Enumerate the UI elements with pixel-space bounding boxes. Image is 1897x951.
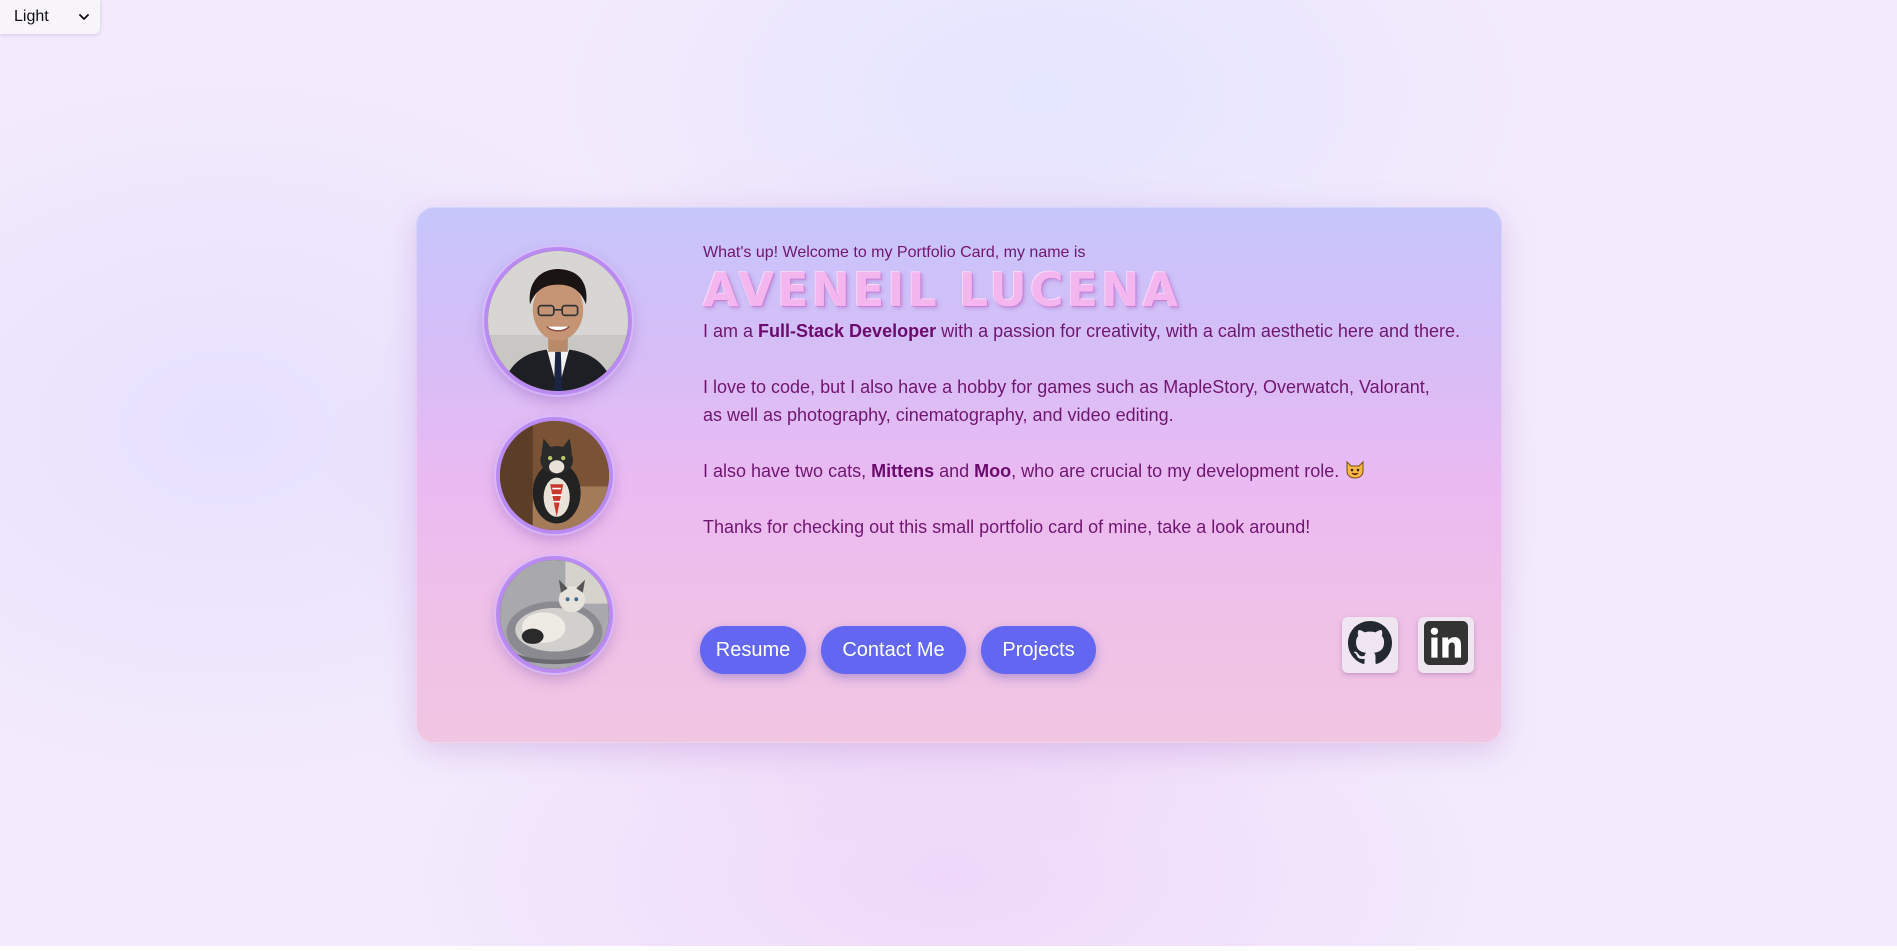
github-link[interactable] [1342, 617, 1398, 673]
cats-paragraph: I also have two cats, Mittens and Moo, w… [703, 457, 1463, 485]
resume-button[interactable]: Resume [700, 626, 806, 674]
page-title: AVENEIL LUCENA [703, 263, 1182, 317]
intro-text-before: I am a [703, 321, 759, 341]
cat-photo-mittens [496, 417, 613, 534]
greeting-text: What's up! Welcome to my Portfolio Card,… [703, 244, 1086, 261]
cats-text-before: I also have two cats, [703, 461, 872, 481]
cat-photo-moo [496, 556, 613, 673]
thanks-paragraph: Thanks for checking out this small portf… [703, 517, 1311, 537]
hobbies-line-1: I love to code, but I also have a hobby … [703, 377, 1430, 397]
intro-text: What's up! Welcome to my Portfolio Card,… [703, 243, 1463, 541]
cats-text-after: , who are crucial to my development role… [1011, 461, 1345, 481]
linkedin-icon [1424, 620, 1468, 670]
linkedin-link[interactable] [1418, 617, 1474, 673]
theme-select-value: Light [14, 8, 49, 25]
projects-button[interactable]: Projects [981, 626, 1096, 674]
intro-text-after: with a passion for creativity, with a ca… [936, 321, 1461, 341]
cat-name-moo: Moo [974, 461, 1012, 481]
contact-me-button[interactable]: Contact Me [821, 626, 966, 674]
hobbies-paragraph: I love to code, but I also have a hobby … [703, 373, 1463, 429]
cat-face-icon [1344, 458, 1366, 480]
intro-paragraph: I am a Full-Stack Developer with a passi… [703, 317, 1463, 345]
cat-name-mittens: Mittens [871, 461, 935, 481]
portfolio-card: What's up! Welcome to my Portfolio Card,… [416, 207, 1502, 743]
profile-photo [484, 247, 632, 395]
chevron-down-icon [78, 11, 90, 23]
github-icon [1348, 620, 1392, 670]
cats-text-and: and [934, 461, 975, 481]
hobbies-line-2: as well as photography, cinematography, … [703, 405, 1174, 425]
page-bottom-edge [0, 946, 1897, 951]
role-highlight: Full-Stack Developer [758, 321, 937, 341]
theme-select[interactable]: Light [0, 0, 100, 34]
